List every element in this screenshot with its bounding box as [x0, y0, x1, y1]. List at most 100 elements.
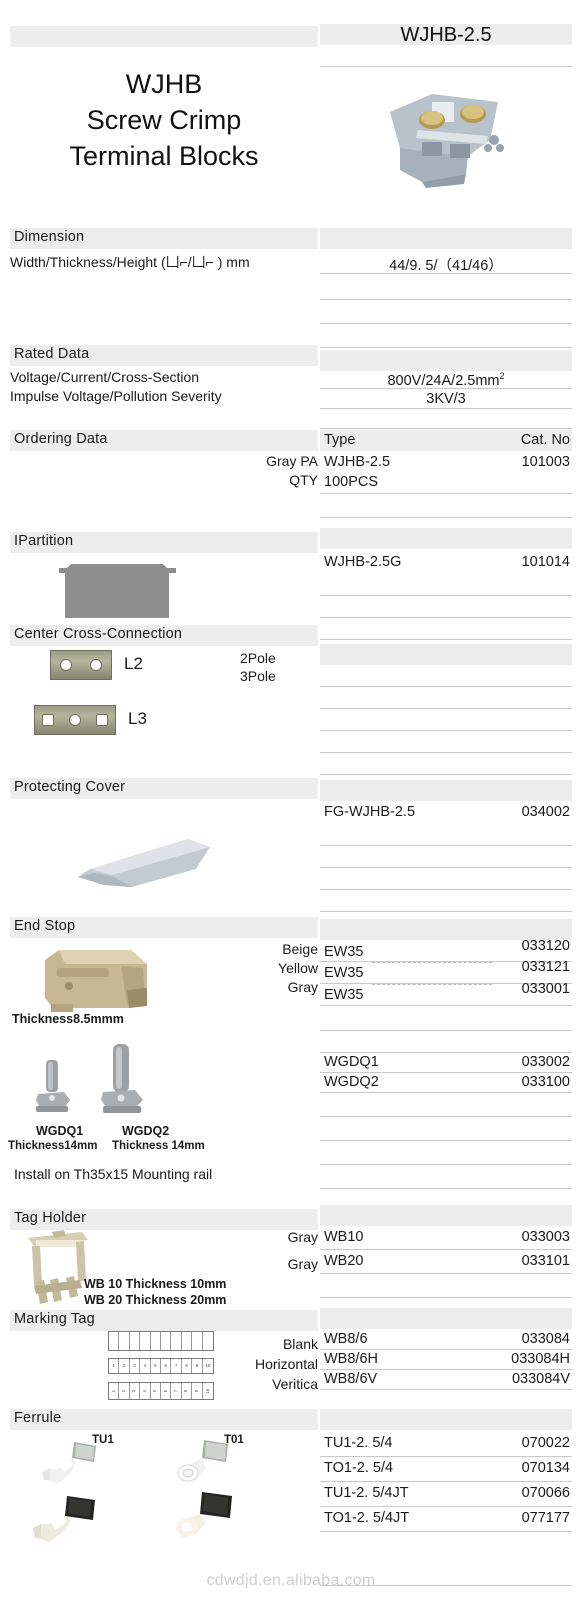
table-row: WJHB-2.5G 101014 — [320, 552, 572, 574]
tag-cell — [109, 1332, 120, 1350]
tag-cell: 5 — [151, 1359, 162, 1373]
tag-cell — [140, 1332, 151, 1350]
tag-holder-note-2: WB 20 Thickness 20mm — [84, 1293, 227, 1307]
tag-cell — [161, 1332, 172, 1350]
tag-cell — [151, 1332, 162, 1350]
product-title-line-3: Terminal Blocks — [69, 141, 259, 171]
partition-blank-row-1 — [320, 574, 572, 596]
table-row: WB8/6 033084 — [320, 1330, 572, 1350]
section-title-cross-connection: Center Cross-Connection — [14, 626, 183, 642]
cross-connection-bar-3pole — [34, 705, 116, 735]
table-row: WB8/6V 033084V — [320, 1370, 572, 1390]
row-type: TU1-2. 5/4JT — [324, 1485, 409, 1501]
protecting-cover-blank-row-4 — [320, 890, 572, 912]
bar-hole — [42, 714, 55, 726]
tag-cell: 2 — [119, 1383, 130, 1399]
table-row: WJHB-2.5 101003 — [320, 452, 572, 472]
end-stop-blank-row-1 — [320, 1006, 572, 1031]
row-type: EW35 — [324, 944, 364, 960]
row-cat-no: 033002 — [521, 1054, 570, 1070]
cross-connection-value-header-bar — [320, 644, 572, 665]
row-cat-no: 101014 — [521, 554, 570, 570]
table-row: WB20 033101 — [320, 1250, 572, 1274]
tag-cell: 3 — [130, 1383, 141, 1399]
rated-data-value-header-bar — [320, 350, 572, 371]
row-type: WB8/6H — [324, 1351, 378, 1367]
row-type: WB8/6 — [324, 1331, 368, 1347]
table-row: WB8/6H 033084H — [320, 1350, 572, 1370]
table-row: 100PCS — [320, 472, 572, 494]
bar-hole — [95, 714, 108, 726]
product-title: WJHB Screw Crimp Terminal Blocks — [10, 66, 318, 174]
tag-cell: 5 — [151, 1383, 162, 1399]
wgdq2-photo — [101, 1044, 143, 1113]
tag-holder-color-2: Gray — [287, 1256, 318, 1272]
end-stop-blank-row-3 — [320, 1093, 572, 1117]
table-row: EW35 033120 — [320, 938, 572, 960]
ferrule-to1-jt-photo — [176, 1492, 232, 1538]
row-cat-no: 033100 — [521, 1074, 570, 1090]
row-cat-no: 033101 — [521, 1253, 570, 1269]
tag-cell: 4 — [140, 1383, 151, 1399]
column-header-cat-no: Cat. No — [520, 432, 570, 448]
bar-hole — [68, 714, 81, 726]
dimension-value: 44/9. 5/（41/46） — [389, 258, 503, 274]
dimension-value-row: 44/9. 5/（41/46） — [320, 252, 572, 274]
row-cat-no: 033084 — [521, 1331, 570, 1347]
table-row: WB10 033003 — [320, 1226, 572, 1250]
end-stop-color-3: Gray — [287, 979, 318, 995]
rated-data-value-row-2: 3KV/3 — [320, 389, 572, 409]
section-title-ordering-data: Ordering Data — [14, 431, 108, 447]
row-cat-no: 033120 — [521, 938, 570, 954]
partition-value-header-bar — [320, 528, 572, 549]
rated-data-blank-row — [320, 409, 572, 429]
table-row: TO1-2. 5/4 070134 — [320, 1457, 572, 1482]
ordering-data-left-label-2: QTY — [289, 472, 318, 488]
row-type: TO1-2. 5/4JT — [324, 1510, 410, 1526]
end-stop-blank-row-2 — [320, 1031, 572, 1053]
row-type: WB8/6V — [324, 1371, 378, 1387]
protecting-cover-blank-row-1 — [320, 824, 572, 846]
tag-cell — [130, 1332, 141, 1350]
dimension-label: Width/Thickness/Height (凵⌐/凵⌐ ) mm — [10, 254, 250, 270]
terminal-block-photo — [390, 94, 504, 188]
tag-cell: 1 — [109, 1359, 120, 1373]
row-type: 100PCS — [324, 474, 379, 490]
cross-connection-blank-row-2 — [320, 687, 572, 709]
product-title-line-2: Screw Crimp — [86, 105, 242, 135]
tag-cell: 1 — [109, 1383, 120, 1399]
cross-connection-bar-2pole — [50, 650, 112, 680]
ordering-data-blank-row — [320, 494, 572, 518]
tag-cell: 4 — [140, 1359, 151, 1373]
section-title-partition: IPartition — [14, 533, 74, 549]
cross-connection-pole-3: 3Pole — [240, 668, 276, 684]
end-stop-color-2: Yellow — [278, 960, 318, 976]
section-title-marking-tag: Marking Tag — [14, 1311, 95, 1327]
dimension-blank-row-2 — [320, 302, 572, 324]
table-row: TO1-2. 5/4JT 077177 — [320, 1507, 572, 1532]
tag-holder-value-header-bar — [320, 1205, 572, 1226]
dimension-blank-row-1 — [320, 278, 572, 300]
bar-hole — [90, 659, 102, 671]
wgdq1-label: WGDQ1 — [36, 1124, 84, 1138]
rated-data-value-2: 3KV/3 — [426, 391, 466, 407]
wgdq2-label: WGDQ2 — [122, 1124, 170, 1138]
section-title-dimension: Dimension — [14, 229, 85, 245]
end-stop-install-note: Install on Th35x15 Mounting rail — [14, 1166, 213, 1182]
protecting-cover-value-header-bar — [320, 780, 572, 801]
table-row: FG-WJHB-2.5 034002 — [320, 802, 572, 824]
wgdq1-thickness: Thickness14mm — [8, 1140, 98, 1152]
cross-connection-label-l3: L3 — [128, 709, 147, 728]
tag-cell: 3 — [130, 1359, 141, 1373]
row-cat-no: 033003 — [521, 1229, 570, 1245]
bar-hole — [60, 659, 72, 671]
table-row: TU1-2. 5/4JT 070066 — [320, 1482, 572, 1507]
ordering-data-column-headers: Type Cat. No — [320, 432, 572, 451]
row-type: WGDQ1 — [324, 1054, 379, 1070]
row-cat-no: 101003 — [521, 454, 570, 470]
rated-data-label-2: Impulse Voltage/Pollution Severity — [10, 388, 222, 404]
watermark: cdwdjd.en.alibaba.com — [206, 1572, 376, 1589]
row-cat-no: 070066 — [521, 1485, 570, 1501]
marking-tag-variant-1: Blank — [282, 1336, 318, 1352]
ferrule-tu1-jt-photo — [33, 1496, 95, 1542]
